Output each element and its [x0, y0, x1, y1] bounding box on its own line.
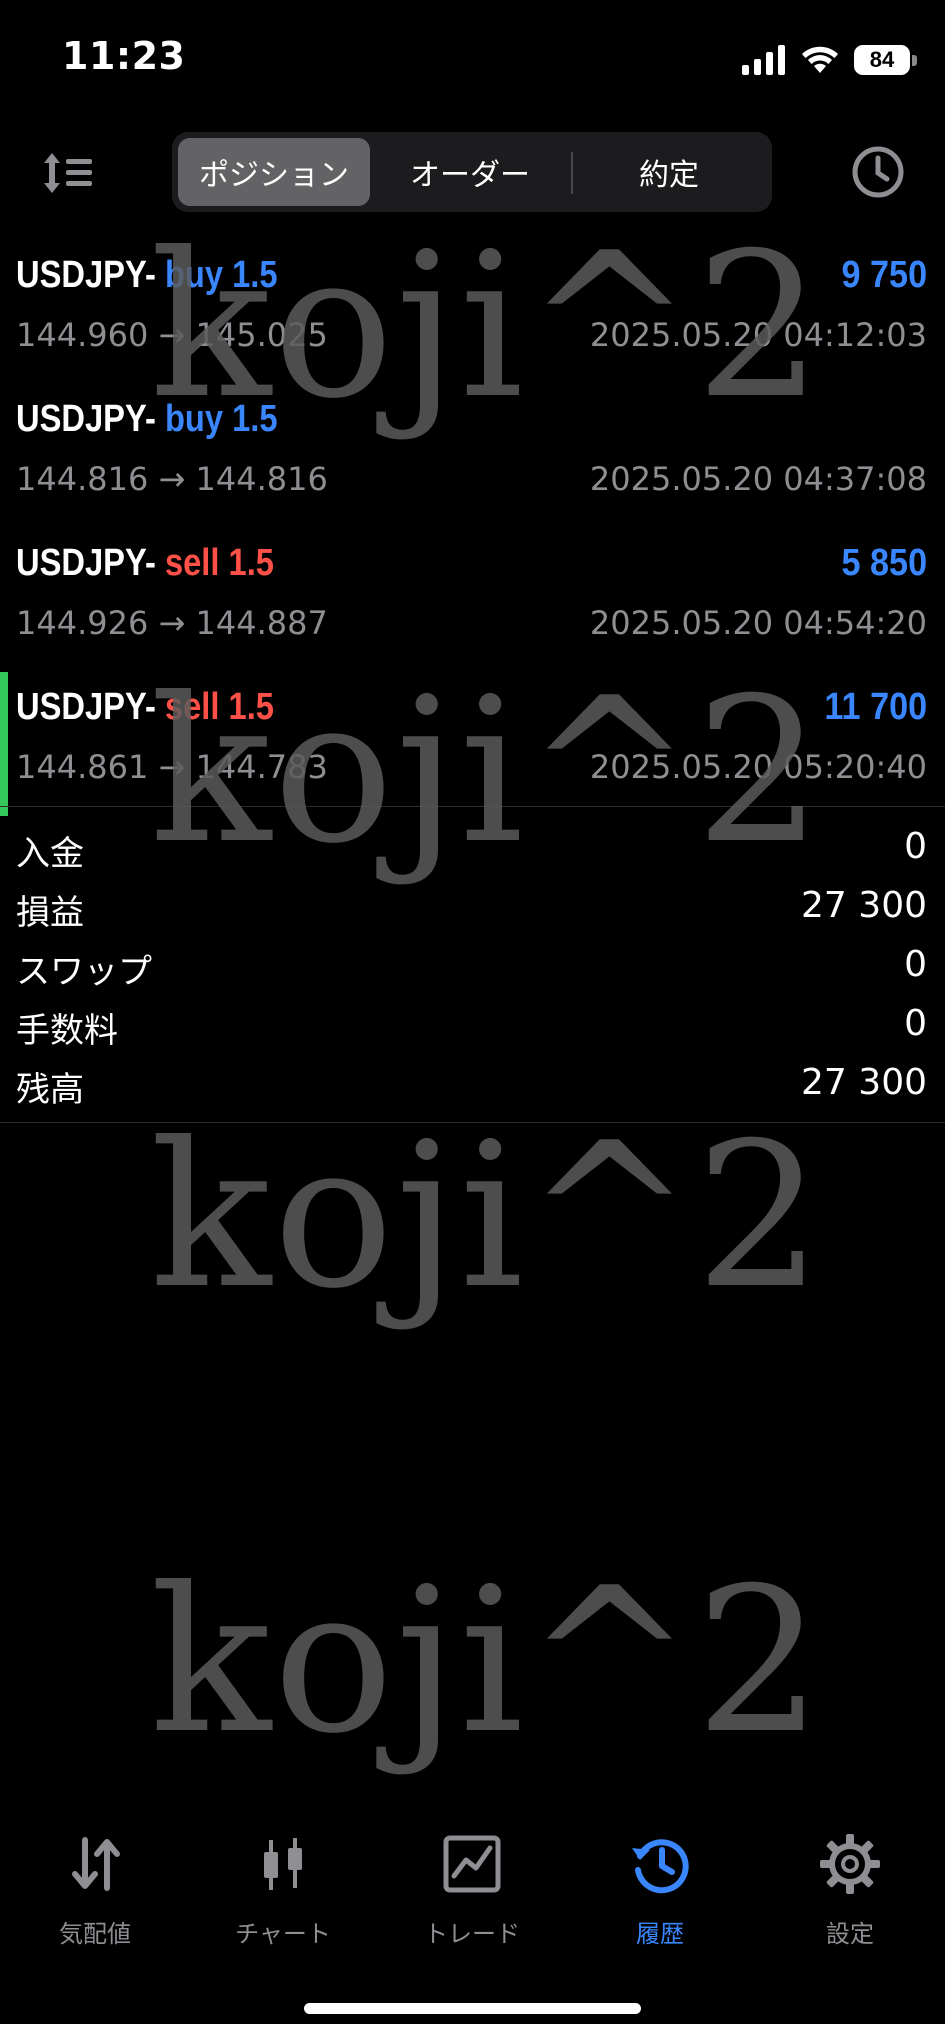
trade-profit: 9 750 [841, 254, 927, 296]
battery-icon: 84 [854, 45, 910, 75]
summary-value: 0 [904, 826, 927, 867]
trade-title: USDJPY- buy 1.5 [16, 254, 278, 297]
summary-value: 0 [904, 944, 927, 985]
summary-label: 入金 [16, 834, 84, 874]
sort-button[interactable] [40, 145, 96, 201]
tab-deals[interactable]: 約定 [572, 138, 766, 206]
settings-gear-icon [820, 1834, 880, 1894]
summary-label: スワップ [16, 952, 152, 992]
trade-side: sell [164, 542, 220, 584]
status-bar: 11:23 84 [0, 0, 945, 120]
trade-title: USDJPY- buy 1.5 [16, 398, 278, 441]
status-icons: 84 [742, 40, 917, 80]
trade-time: 2025.05.20 04:54:20 [589, 604, 927, 642]
battery-tip [912, 54, 917, 66]
close-price: 145.025 [195, 316, 328, 354]
tab-trade[interactable]: トレード [387, 1832, 557, 1952]
trade-time: 2025.05.20 04:37:08 [589, 460, 927, 498]
trade-symbol: USDJPY- [16, 686, 156, 728]
trade-prices: 144.861 → 144.783 [16, 748, 328, 786]
open-price: 144.816 [16, 460, 149, 498]
trade-side: sell [164, 686, 220, 728]
trade-prices: 144.960 → 145.025 [16, 316, 328, 354]
trade-time: 2025.05.20 04:12:03 [589, 316, 927, 354]
candlestick-chart-icon [264, 1838, 302, 1890]
tab-quotes[interactable]: 気配値 [10, 1832, 180, 1952]
trade-row[interactable]: USDJPY- buy 1.5 9 750 144.960 → 145.025 … [0, 240, 945, 384]
tab-bar: 気配値 チャート トレード 履歴 設定 [0, 1832, 945, 1962]
segmented-control: ポジション オーダー 約定 [172, 132, 772, 212]
tab-label: 気配値 [59, 1920, 131, 1948]
trade-title: USDJPY- sell 1.5 [16, 542, 274, 585]
trade-profit: 11 700 [824, 686, 927, 728]
trade-profit: 5 850 [841, 542, 927, 584]
tab-settings[interactable]: 設定 [765, 1832, 935, 1952]
summary: 入金 0 損益 27 300 スワップ 0 手数料 0 残高 27 300 [0, 816, 945, 1111]
price-arrow: → [158, 460, 186, 498]
open-price: 144.960 [16, 316, 149, 354]
trade-symbol: USDJPY- [16, 254, 156, 296]
trade-chart-icon [443, 1835, 501, 1893]
trade-row[interactable]: USDJPY- sell 1.5 5 850 144.926 → 144.887… [0, 528, 945, 672]
tab-label: 履歴 [636, 1920, 684, 1948]
close-price: 144.816 [195, 460, 328, 498]
price-arrow: → [158, 316, 186, 354]
open-price: 144.861 [16, 748, 149, 786]
summary-value: 27 300 [801, 1062, 927, 1103]
wifi-icon [802, 46, 838, 73]
trade-side: buy [164, 398, 224, 440]
trade-symbol: USDJPY- [16, 542, 156, 584]
close-price: 144.887 [195, 604, 328, 642]
summary-label: 損益 [16, 893, 84, 933]
summary-row-profit: 損益 27 300 [0, 875, 945, 934]
period-clock-icon[interactable] [850, 144, 906, 200]
quotes-arrows-icon [72, 1837, 120, 1891]
status-time: 11:23 [62, 34, 186, 78]
summary-row-commission: 手数料 0 [0, 993, 945, 1052]
sort-icon [44, 153, 92, 193]
tab-chart[interactable]: チャート [198, 1832, 368, 1952]
trade-row[interactable]: USDJPY- buy 1.5 144.816 → 144.816 2025.0… [0, 384, 945, 528]
summary-label: 手数料 [16, 1011, 118, 1051]
cellular-signal-icon [742, 45, 785, 75]
trade-list: USDJPY- buy 1.5 9 750 144.960 → 145.025 … [0, 240, 945, 816]
divider [0, 806, 945, 807]
trade-volume: 1.5 [228, 542, 274, 584]
tab-history[interactable]: 履歴 [575, 1832, 745, 1952]
trade-row-selected[interactable]: USDJPY- sell 1.5 11 700 144.861 → 144.78… [0, 672, 945, 816]
tab-positions[interactable]: ポジション [178, 138, 370, 206]
tab-label: 設定 [826, 1920, 874, 1948]
tab-orders[interactable]: オーダー [372, 138, 568, 206]
trade-title: USDJPY- sell 1.5 [16, 686, 274, 729]
trade-volume: 1.5 [232, 254, 278, 296]
summary-label: 残高 [16, 1070, 84, 1110]
trade-prices: 144.926 → 144.887 [16, 604, 328, 642]
tab-label: トレード [424, 1920, 520, 1948]
home-indicator[interactable] [304, 2003, 641, 2014]
summary-value: 27 300 [801, 885, 927, 926]
tab-label: チャート [235, 1920, 331, 1948]
divider [0, 1122, 945, 1123]
summary-value: 0 [904, 1003, 927, 1044]
summary-row-balance: 残高 27 300 [0, 1052, 945, 1111]
trade-time: 2025.05.20 05:20:40 [589, 748, 927, 786]
watermark: koji^2 [150, 1545, 825, 1778]
trade-symbol: USDJPY- [16, 398, 156, 440]
trade-volume: 1.5 [232, 398, 278, 440]
summary-row-swap: スワップ 0 [0, 934, 945, 993]
history-clock-icon [632, 1839, 689, 1894]
price-arrow: → [158, 604, 186, 642]
summary-row-deposit: 入金 0 [0, 816, 945, 875]
price-arrow: → [158, 748, 186, 786]
close-price: 144.783 [195, 748, 328, 786]
open-price: 144.926 [16, 604, 149, 642]
watermark: koji^2 [150, 1100, 825, 1333]
trade-side: buy [164, 254, 224, 296]
trade-prices: 144.816 → 144.816 [16, 460, 328, 498]
trade-volume: 1.5 [228, 686, 274, 728]
